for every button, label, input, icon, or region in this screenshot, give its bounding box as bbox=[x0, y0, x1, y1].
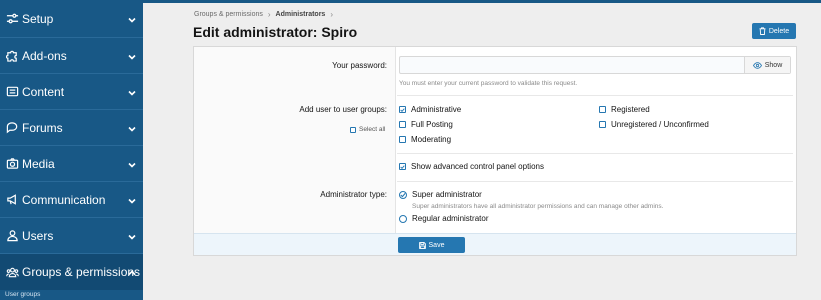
form-footer: Save bbox=[194, 233, 796, 255]
sidebar-item-label: Communication bbox=[22, 192, 106, 207]
edit-admin-form: Your password: Show You must enter your … bbox=[193, 46, 797, 256]
super-admin-hint: Super administrators have all administra… bbox=[412, 203, 664, 210]
delete-button-label: Delete bbox=[768, 27, 790, 35]
group-checkbox-administrative[interactable]: Administrative bbox=[399, 105, 461, 114]
checkbox bbox=[599, 106, 606, 113]
checkbox-checked bbox=[399, 106, 406, 113]
sliders-icon bbox=[5, 12, 19, 26]
checkbox bbox=[599, 121, 606, 128]
sidebar-item-label: Media bbox=[22, 156, 55, 171]
select-all-checkbox[interactable]: Select all bbox=[350, 126, 385, 133]
divider bbox=[397, 95, 793, 96]
chevron-down-icon bbox=[127, 231, 137, 241]
chevron-down-icon bbox=[127, 159, 137, 169]
save-button[interactable]: Save bbox=[398, 237, 465, 253]
chevron-up-icon bbox=[127, 267, 137, 277]
comments-icon bbox=[5, 121, 19, 135]
page-title: Edit administrator: Spiro bbox=[193, 24, 358, 40]
group-label: Full Posting bbox=[411, 120, 453, 129]
chevron-down-icon bbox=[127, 87, 137, 97]
group-checkbox-unregistered[interactable]: Unregistered / Unconfirmed bbox=[599, 120, 709, 129]
megaphone-icon bbox=[5, 193, 19, 207]
breadcrumb: Groups & permissions › Administrators › bbox=[194, 10, 333, 19]
puzzle-icon bbox=[5, 49, 19, 63]
chevron-right-icon: › bbox=[267, 10, 271, 19]
sidebar-item-label: Setup bbox=[22, 11, 54, 26]
group-checkbox-moderating[interactable]: Moderating bbox=[399, 135, 451, 144]
user-groups-label: Add user to user groups: bbox=[299, 105, 387, 114]
label-column bbox=[194, 47, 396, 233]
group-checkbox-registered[interactable]: Registered bbox=[599, 105, 650, 114]
delete-button[interactable]: Delete bbox=[752, 23, 796, 39]
radio-checked bbox=[399, 190, 407, 199]
breadcrumb-link-administrators[interactable]: Administrators bbox=[276, 11, 326, 18]
sidebar-item-label: Groups & permissions bbox=[22, 265, 141, 279]
chevron-down-icon bbox=[127, 123, 137, 133]
group-checkbox-full-posting[interactable]: Full Posting bbox=[399, 120, 453, 129]
sidebar-item-users[interactable]: Users bbox=[0, 218, 143, 254]
save-icon bbox=[418, 241, 426, 249]
administrator-type-label: Administrator type: bbox=[320, 190, 387, 199]
content-icon bbox=[5, 85, 19, 99]
chevron-down-icon bbox=[127, 195, 137, 205]
password-label: Your password: bbox=[332, 61, 387, 70]
regular-admin-label: Regular administrator bbox=[412, 214, 489, 223]
advanced-options-checkbox[interactable]: Show advanced control panel options bbox=[399, 162, 544, 171]
breadcrumb-link-groups-permissions[interactable]: Groups & permissions bbox=[194, 11, 263, 18]
sidebar-item-add-ons[interactable]: Add-ons bbox=[0, 38, 143, 74]
sidebar-item-label: Users bbox=[22, 228, 54, 243]
group-label: Moderating bbox=[411, 135, 452, 144]
chevron-down-icon bbox=[127, 14, 137, 24]
checkbox-checked bbox=[399, 163, 406, 170]
password-input[interactable]: Show bbox=[399, 56, 791, 74]
sidebar-item-content[interactable]: Content bbox=[0, 74, 143, 110]
show-password-button[interactable]: Show bbox=[744, 57, 790, 73]
sidebar-item-label: Forums bbox=[22, 120, 63, 135]
regular-admin-radio[interactable]: Regular administrator bbox=[399, 214, 488, 223]
super-admin-radio[interactable]: Super administrator bbox=[399, 190, 482, 199]
camera-icon bbox=[5, 157, 19, 171]
sidebar-item-communication[interactable]: Communication bbox=[0, 182, 143, 218]
users-icon bbox=[5, 265, 19, 279]
sidebar-item-forums[interactable]: Forums bbox=[0, 110, 143, 146]
sidebar-item-label: Content bbox=[22, 84, 65, 99]
check-icon bbox=[400, 192, 406, 197]
checkbox bbox=[399, 121, 406, 128]
save-button-label: Save bbox=[428, 241, 445, 249]
advanced-options-label: Show advanced control panel options bbox=[411, 162, 544, 171]
check-icon bbox=[400, 164, 405, 169]
sidebar-subitem-user-groups[interactable]: User groups bbox=[5, 291, 40, 298]
divider bbox=[397, 181, 793, 182]
group-label: Administrative bbox=[411, 105, 462, 114]
group-label: Unregistered / Unconfirmed bbox=[611, 120, 709, 129]
sidebar: Setup Add-ons Content Forums Media Commu bbox=[0, 0, 143, 300]
show-password-label: Show bbox=[764, 61, 783, 69]
sidebar-item-groups-permissions[interactable]: Groups & permissions bbox=[0, 254, 143, 290]
checkbox bbox=[350, 126, 356, 133]
chevron-down-icon bbox=[127, 51, 137, 61]
sidebar-item-label: Add-ons bbox=[22, 48, 67, 63]
divider bbox=[397, 153, 793, 154]
radio bbox=[399, 214, 407, 223]
eye-icon bbox=[752, 61, 762, 69]
sidebar-item-media[interactable]: Media bbox=[0, 146, 143, 182]
check-icon bbox=[400, 107, 405, 112]
sidebar-item-setup[interactable]: Setup bbox=[0, 0, 143, 38]
group-label: Registered bbox=[611, 105, 650, 114]
user-icon bbox=[5, 229, 19, 243]
chevron-right-icon: › bbox=[330, 10, 333, 19]
select-all-label: Select all bbox=[359, 126, 386, 133]
checkbox bbox=[399, 136, 406, 143]
trash-icon bbox=[759, 27, 766, 35]
password-hint: You must enter your current password to … bbox=[399, 80, 578, 87]
super-admin-label: Super administrator bbox=[412, 190, 482, 199]
